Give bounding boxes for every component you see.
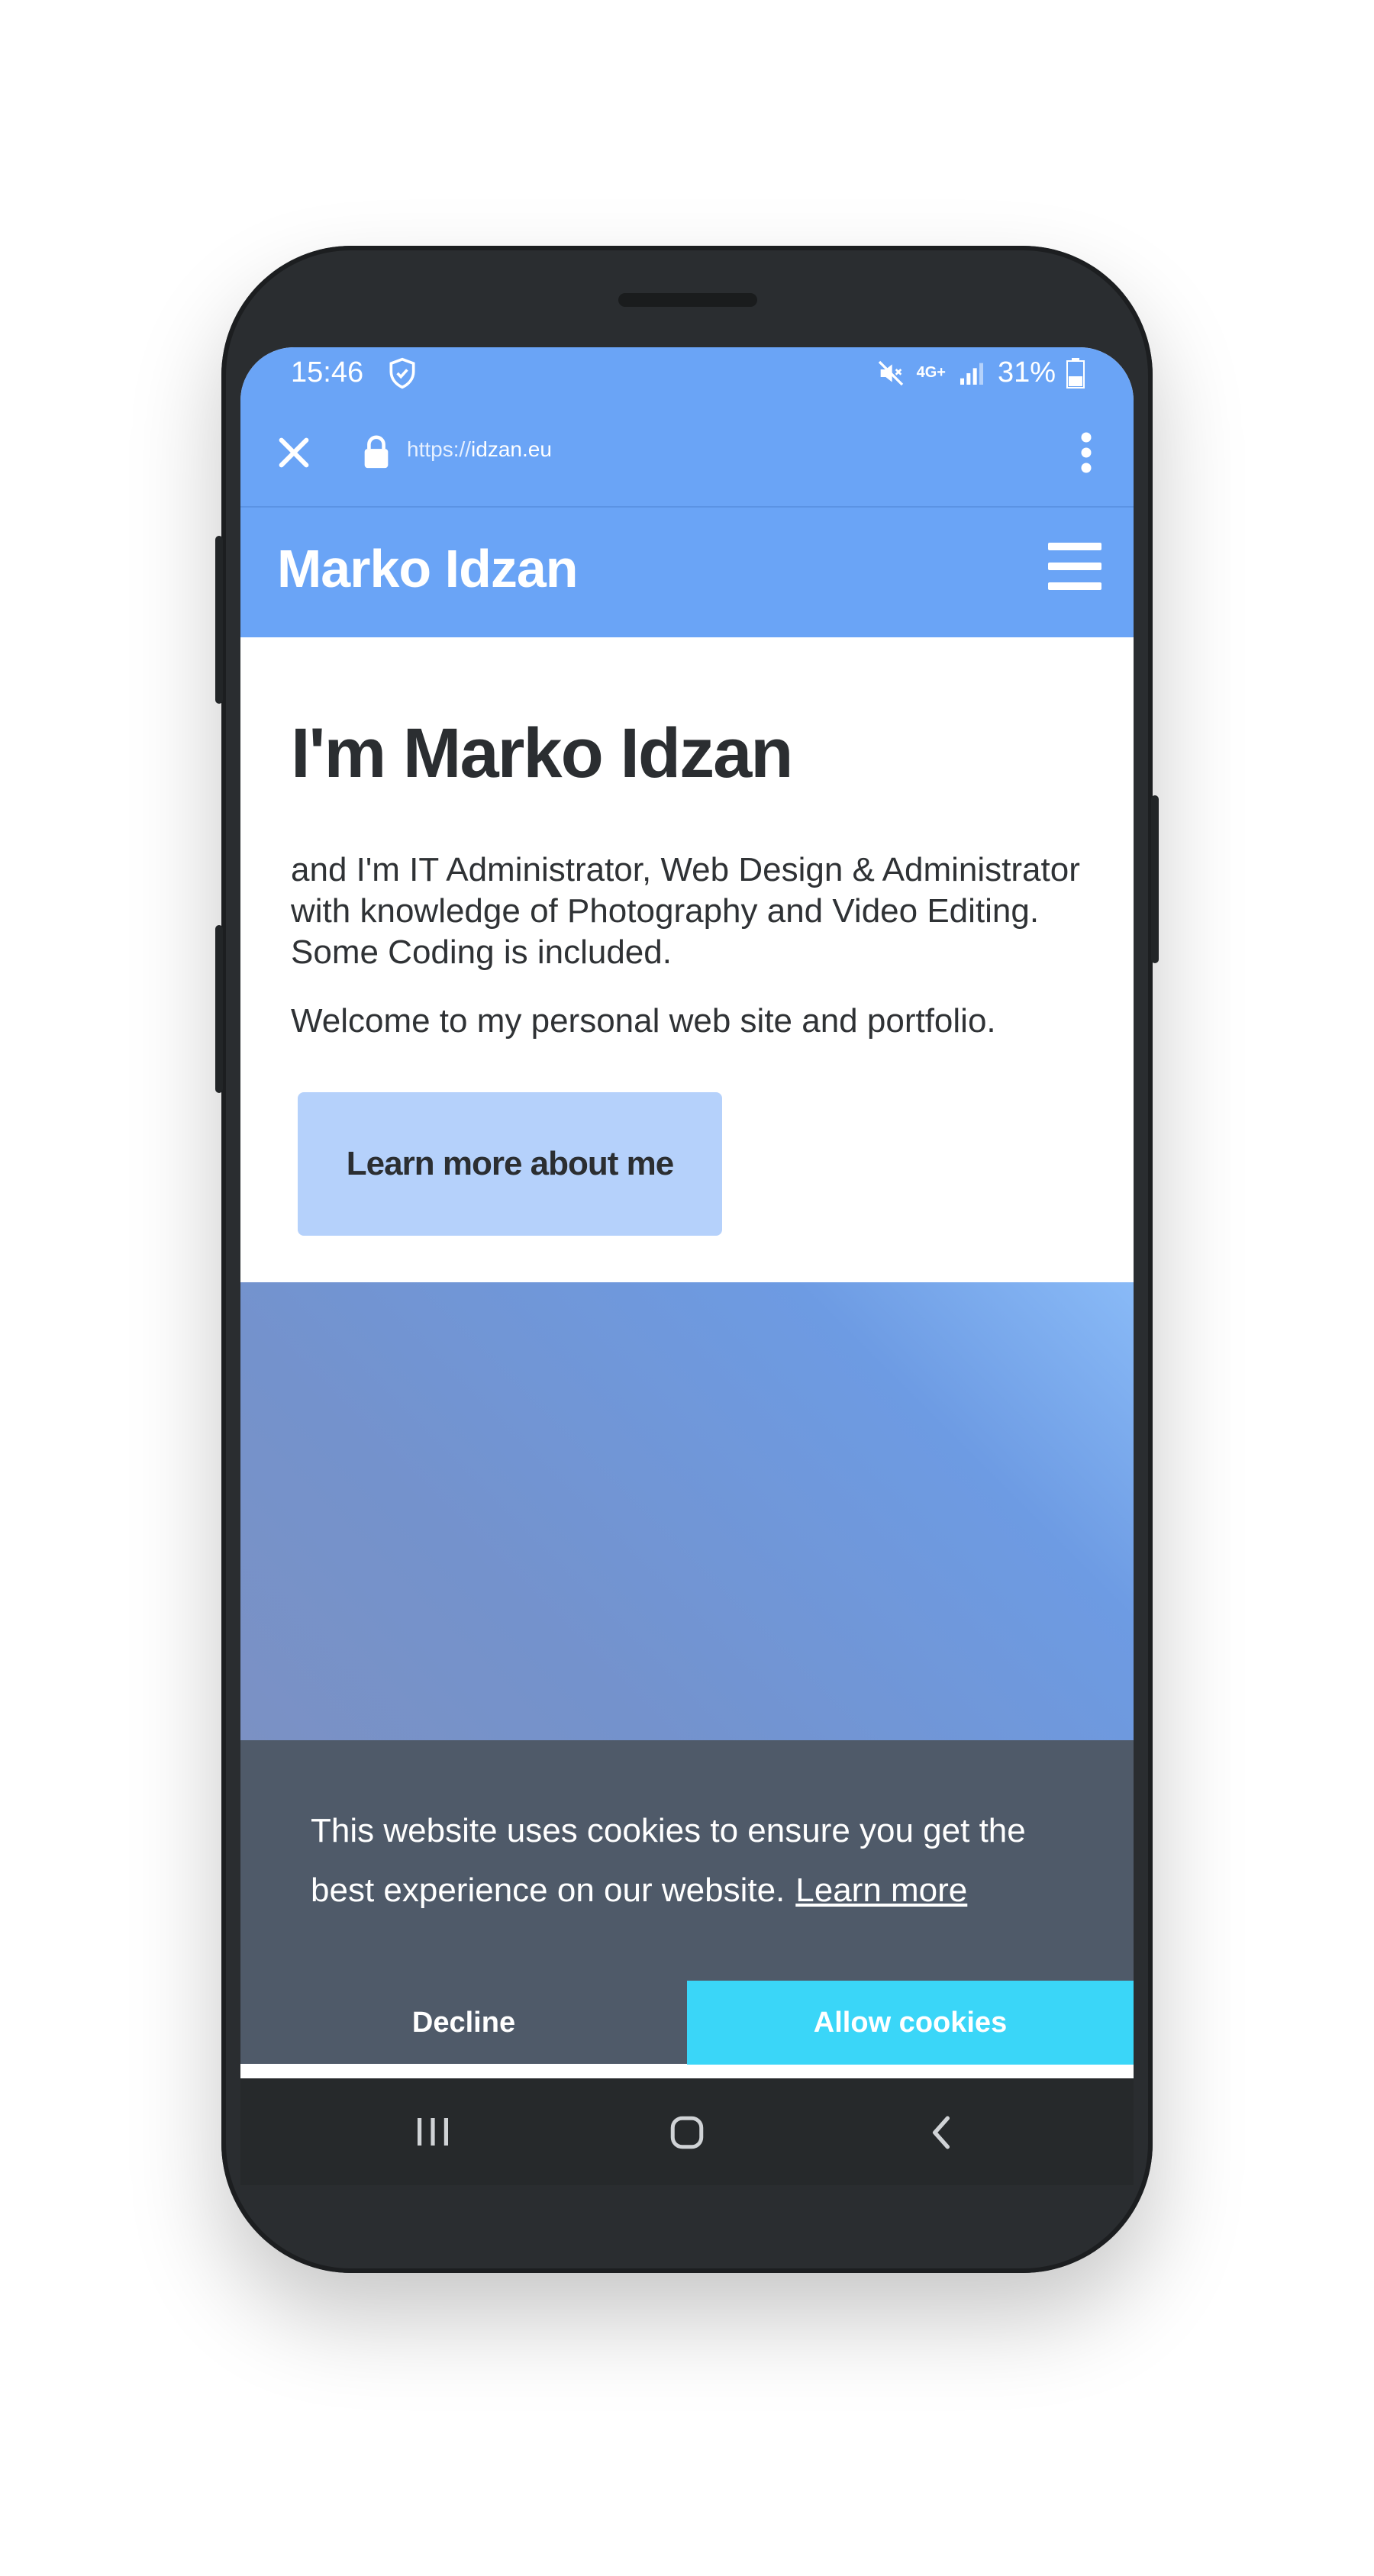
signal-icon	[960, 363, 983, 385]
phone-frame: 15:46 4G+ 31% https://idzan.eu Marko Idz…	[215, 246, 1159, 2273]
close-icon[interactable]	[273, 431, 315, 474]
more-options-icon[interactable]	[1079, 430, 1094, 476]
home-icon[interactable]	[668, 2113, 706, 2152]
browser-url-bar: https://idzan.eu	[240, 399, 1134, 508]
status-icons: 4G+ 31%	[876, 356, 1085, 389]
earpiece-speaker	[618, 293, 757, 307]
status-bar: 15:46 4G+ 31%	[240, 347, 1134, 399]
hero-section: I'm Marko Idzan and I'm IT Administrator…	[240, 637, 1134, 1282]
lock-icon	[364, 435, 389, 469]
gradient-banner	[240, 1282, 1134, 1740]
intro-text: and I'm IT Administrator, Web Design & A…	[291, 851, 1080, 971]
mute-icon	[878, 360, 903, 385]
site-header: Marko Idzan	[240, 508, 1134, 637]
bixby-button	[215, 925, 223, 1093]
hamburger-menu-icon[interactable]	[1048, 541, 1101, 592]
url-text[interactable]: https://idzan.eu	[407, 437, 552, 462]
cookie-learn-more-link[interactable]: Learn more	[795, 1872, 967, 1909]
learn-more-about-me-button[interactable]: Learn more about me	[298, 1092, 722, 1236]
page-title: I'm Marko Idzan	[291, 714, 793, 792]
shield-icon	[389, 357, 415, 389]
recent-apps-icon[interactable]	[414, 2115, 451, 2149]
back-icon[interactable]	[926, 2113, 956, 2152]
welcome-text: Welcome to my personal web site and port…	[291, 1002, 996, 1040]
decline-button[interactable]: Decline	[240, 1981, 687, 2065]
status-time: 15:46	[291, 356, 364, 388]
battery-icon	[1066, 357, 1085, 388]
url-host: idzan.eu	[471, 437, 552, 461]
network-type: 4G+	[916, 364, 946, 381]
cookie-banner: This website uses cookies to ensure you …	[240, 1740, 1134, 2065]
battery-percent: 31%	[997, 356, 1056, 388]
android-nav-bar	[240, 2078, 1134, 2185]
site-brand[interactable]: Marko Idzan	[277, 538, 579, 599]
url-scheme: https://	[407, 437, 472, 461]
cookie-message: This website uses cookies to ensure you …	[311, 1801, 1074, 1920]
volume-button	[215, 536, 223, 704]
allow-cookies-button[interactable]: Allow cookies	[687, 1981, 1134, 2065]
power-button	[1151, 795, 1159, 963]
screen: 15:46 4G+ 31% https://idzan.eu Marko Idz…	[240, 347, 1134, 2078]
